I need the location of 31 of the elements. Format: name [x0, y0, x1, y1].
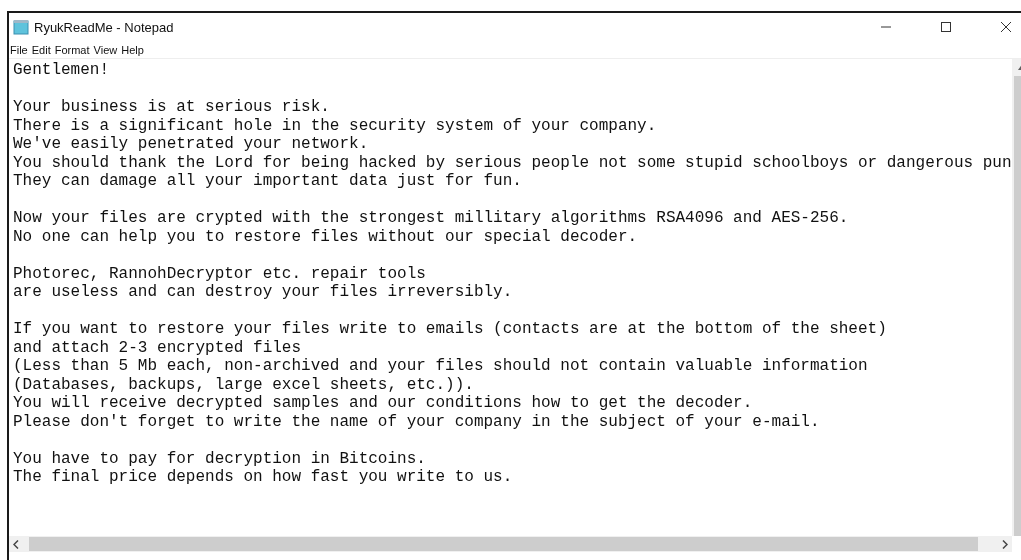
text-line: Gentlemen!	[13, 61, 109, 80]
text-line: You will receive decrypted samples and our conditions how to get the decoder.	[13, 394, 753, 413]
maximize-icon	[940, 22, 951, 32]
text-line: You have to pay for decryption in Bitcoins.	[13, 449, 426, 468]
close-icon	[1000, 22, 1011, 32]
notepad-icon	[13, 19, 29, 35]
scroll-right-icon	[1002, 539, 1008, 549]
menu-item[interactable]: Help	[121, 44, 144, 56]
text-line: No one can help you to restore files without our special decoder.	[13, 227, 638, 246]
text-line: and attach 2-3 encrypted files	[13, 338, 302, 357]
text-line: They can damage all your important data just for fun.	[13, 172, 522, 191]
text-line: (Less than 5 Mb each, non-archived and your files should not contain valuable information	[13, 357, 868, 376]
scroll-left-icon	[13, 539, 19, 549]
text-line: Please don't forget to write the name of your company in the subject of your e-mail.	[13, 412, 820, 431]
menu-item[interactable]: View	[93, 44, 118, 56]
horizontal-scrollbar[interactable]	[9, 536, 1012, 552]
window-title: RyukReadMe - Notepad	[34, 19, 174, 35]
scrollbar-thumb[interactable]	[29, 537, 978, 551]
text-line: There is a significant hole in the security system of your company.	[13, 116, 657, 135]
text-line: If you want to restore your files write to emails (contacts are at the bottom of the sheet)	[13, 320, 887, 339]
text-line: Photorec, RannohDecryptor etc. repair tools	[13, 264, 426, 283]
text-line: Now your files are crypted with the strongest millitary algorithms RSA4096 and AES-256.	[13, 209, 849, 228]
text-line: You should thank the Lord for being hacked by serious people not some stupid schoolboys or dangerous pun	[13, 153, 1012, 172]
text-line: Your business is at serious risk.	[13, 98, 330, 117]
text-line: The final price depends on how fast you write to us.	[13, 468, 513, 487]
menu-item[interactable]: Format	[54, 44, 90, 56]
menu-item[interactable]: File	[10, 44, 28, 56]
text-line: We've easily penetrated your network.	[13, 135, 369, 154]
menu-item[interactable]: Edit	[31, 44, 51, 56]
text-line: (Databases, backups, large excel sheets, etc.)).	[13, 375, 474, 394]
text-line: are useless and can destroy your files irreversibly.	[13, 283, 513, 302]
